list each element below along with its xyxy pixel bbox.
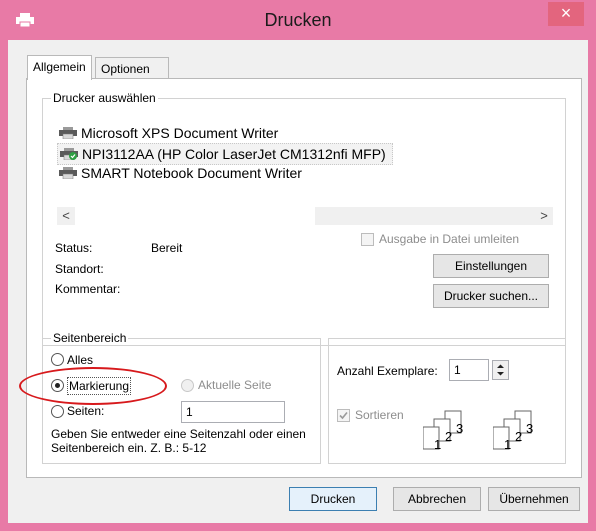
page-range-hint: Geben Sie entweder eine Seitenzahl oder …: [51, 427, 306, 455]
default-printer-icon: [60, 148, 78, 160]
collate-label: Sortieren: [355, 408, 404, 422]
print-button[interactable]: Drucken: [289, 487, 377, 511]
printer-name: Microsoft XPS Document Writer: [81, 125, 279, 141]
page-range-group-title: Seitenbereich: [51, 331, 129, 345]
print-to-file-label: Ausgabe in Datei umleiten: [379, 232, 520, 246]
collate-digit-3: 3: [526, 421, 534, 436]
tab-optionen[interactable]: Optionen: [95, 57, 169, 79]
check-icon: [339, 411, 348, 420]
spinner-arrows-icon: [497, 364, 504, 376]
range-current-page-label: Aktuelle Seite: [198, 378, 272, 392]
printer-list-scrollbar[interactable]: < >: [57, 207, 553, 225]
printer-item-xps[interactable]: Microsoft XPS Document Writer: [57, 123, 278, 143]
printer-icon: [59, 127, 77, 139]
printer-item-smart-notebook[interactable]: SMART Notebook Document Writer: [57, 163, 302, 183]
close-icon: ×: [560, 3, 572, 23]
printer-name: NPI3112AA (HP Color LaserJet CM1312nfi M…: [82, 146, 386, 162]
scroll-left-icon[interactable]: <: [57, 207, 75, 225]
cancel-button[interactable]: Abbrechen: [393, 487, 481, 511]
range-current-page-radio[interactable]: [181, 379, 194, 392]
dialog-client-area: Allgemein Optionen Drucker auswählen Mic…: [8, 40, 588, 523]
print-dialog-window: Drucken × Allgemein Optionen Drucker aus…: [0, 0, 596, 531]
find-printer-button[interactable]: Drucker suchen...: [433, 284, 549, 308]
collate-checkbox[interactable]: [337, 409, 350, 422]
close-button[interactable]: ×: [548, 2, 584, 26]
settings-button[interactable]: Einstellungen: [433, 254, 549, 278]
general-tab-panel: Drucker auswählen Microsoft XPS Document…: [19, 78, 582, 478]
collate-digit-2: 2: [515, 429, 523, 444]
status-value: Bereit: [151, 241, 183, 255]
copies-label: Anzahl Exemplare:: [337, 364, 438, 378]
copies-group: Anzahl Exemplare: 1 Sortieren 3 2 1 3 2 …: [328, 338, 566, 464]
collate-digit-1: 1: [434, 437, 442, 452]
apply-button[interactable]: Übernehmen: [488, 487, 580, 511]
highlight-ellipse: [19, 367, 167, 405]
copies-input[interactable]: 1: [449, 359, 489, 381]
collate-illustration-icon: [423, 410, 462, 450]
range-all-radio[interactable]: [51, 353, 64, 366]
window-title: Drucken: [264, 10, 332, 30]
printer-icon: [59, 167, 77, 179]
location-label: Standort:: [55, 262, 104, 276]
pages-input[interactable]: 1: [181, 401, 285, 423]
scrollbar-thumb[interactable]: [75, 207, 315, 225]
status-label: Status:: [55, 241, 93, 255]
scroll-right-icon[interactable]: >: [535, 207, 553, 225]
collate-illustration-icon: [493, 410, 532, 450]
title-bar[interactable]: Drucken ×: [0, 0, 596, 40]
range-pages-label: Seiten:: [67, 404, 105, 418]
collate-digit-2: 2: [445, 429, 453, 444]
tab-allgemein[interactable]: Allgemein: [27, 55, 92, 80]
printer-name: SMART Notebook Document Writer: [81, 165, 302, 181]
range-pages-radio[interactable]: [51, 405, 64, 418]
page-range-group: Seitenbereich Alles Markierung Aktuelle …: [19, 331, 321, 464]
copies-spinner[interactable]: [492, 360, 509, 380]
printer-selection-group: Drucker auswählen Microsoft XPS Document…: [42, 91, 566, 346]
printer-group-title: Drucker auswählen: [51, 91, 158, 105]
comment-label: Kommentar:: [55, 282, 121, 296]
printer-item-hp-laserjet[interactable]: NPI3112AA (HP Color LaserJet CM1312nfi M…: [57, 143, 393, 165]
collate-digit-1: 1: [504, 437, 512, 452]
print-to-file-checkbox[interactable]: [361, 233, 374, 246]
collate-digit-3: 3: [456, 421, 464, 436]
range-all-label: Alles: [67, 353, 94, 367]
